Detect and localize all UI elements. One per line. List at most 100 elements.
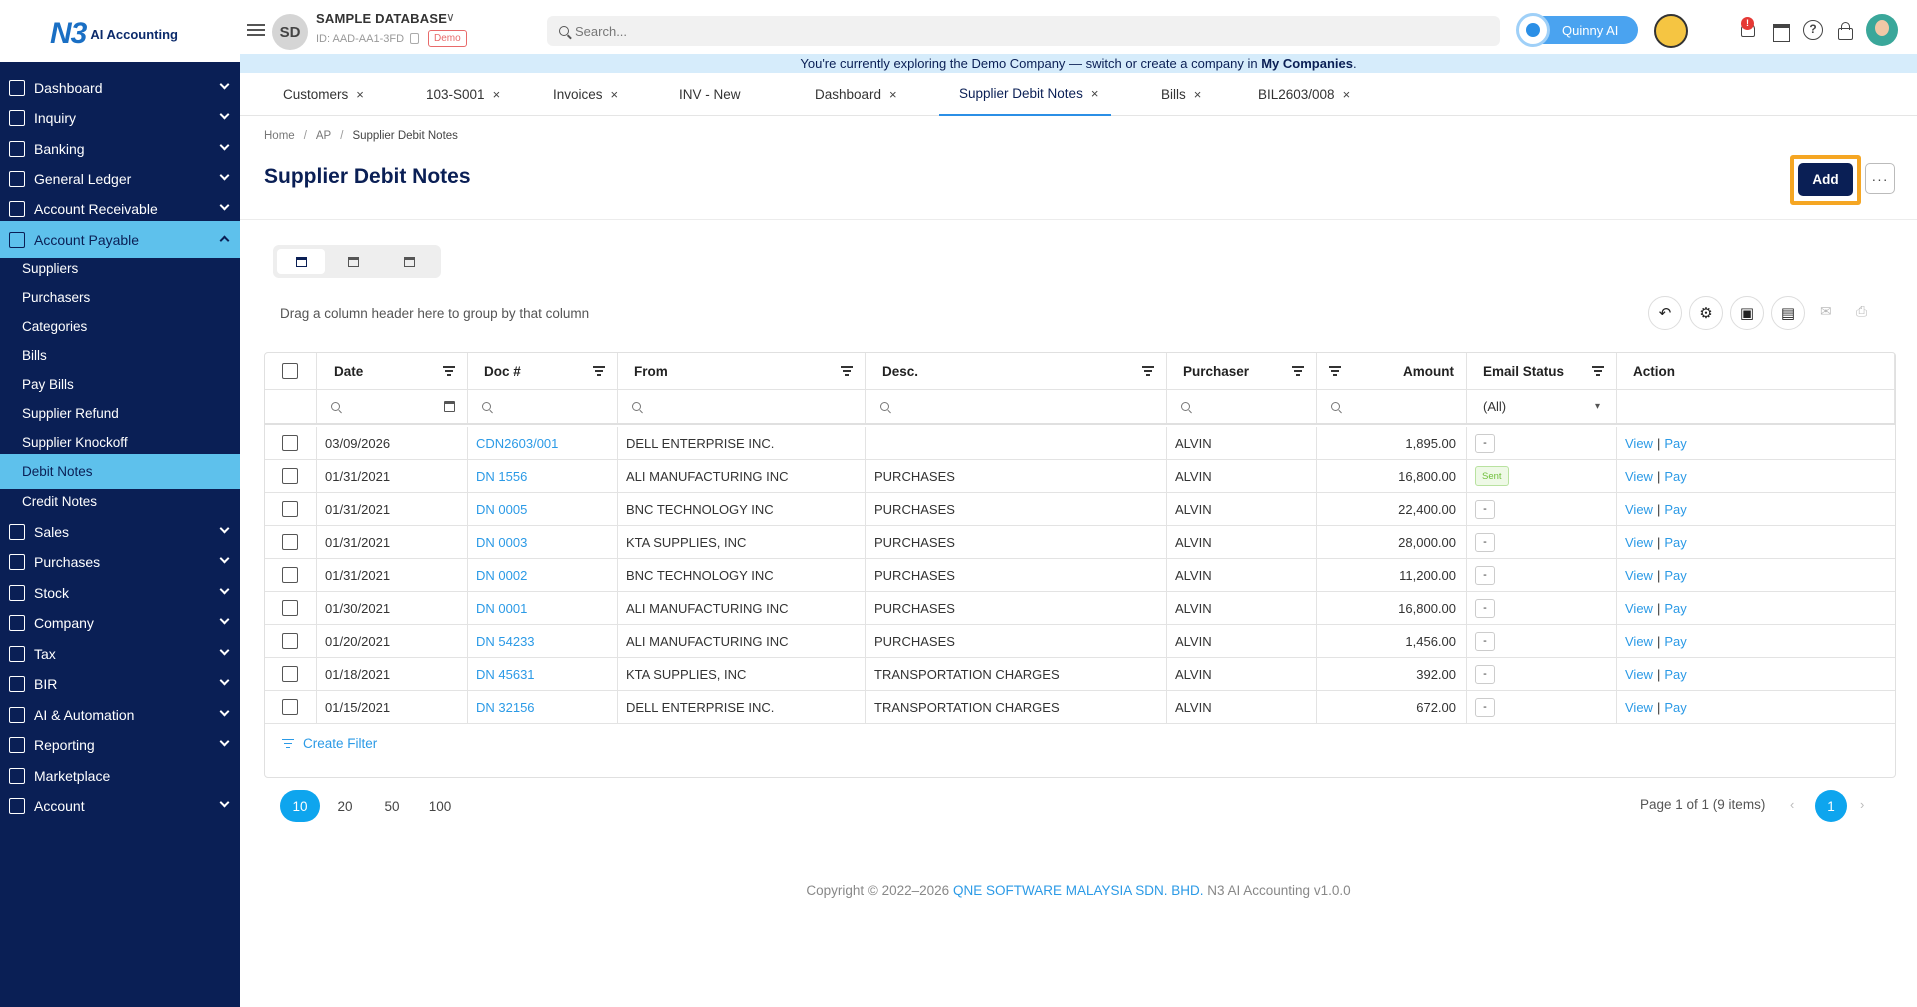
pay-link[interactable]: Pay bbox=[1664, 535, 1686, 550]
row-checkbox[interactable] bbox=[282, 468, 298, 484]
row-checkbox[interactable] bbox=[282, 567, 298, 583]
footer-company-link[interactable]: QNE SOFTWARE MALAYSIA SDN. BHD. bbox=[953, 883, 1204, 898]
close-icon[interactable]: × bbox=[356, 87, 364, 102]
sidebar-item-account[interactable]: Account bbox=[0, 787, 240, 824]
filter-cell[interactable]: (All) ▾ bbox=[1467, 390, 1617, 423]
pay-link[interactable]: Pay bbox=[1664, 502, 1686, 517]
column-chooser-icon[interactable]: ▣ bbox=[1730, 296, 1764, 330]
column-header-amount[interactable]: Amount bbox=[1317, 353, 1467, 389]
database-avatar[interactable]: SD bbox=[272, 14, 308, 50]
doc-number-link[interactable]: DN 0003 bbox=[476, 535, 527, 550]
table-row[interactable]: 03/09/2026 CDN2603/001 DELL ENTERPRISE INC… bbox=[265, 427, 1895, 460]
close-icon[interactable]: × bbox=[493, 87, 501, 102]
column-filter-icon[interactable] bbox=[1592, 366, 1604, 376]
create-filter-button[interactable]: Create Filter bbox=[282, 736, 377, 751]
column-header-action[interactable]: Action bbox=[1617, 353, 1895, 389]
view-link[interactable]: View bbox=[1625, 667, 1653, 682]
column-header-email-status[interactable]: Email Status bbox=[1467, 353, 1617, 389]
pay-link[interactable]: Pay bbox=[1664, 667, 1686, 682]
tab-supplier-debit-notes[interactable]: Supplier Debit Notes × bbox=[939, 73, 1111, 116]
row-checkbox[interactable] bbox=[282, 666, 298, 682]
chevron-down-icon[interactable]: ∨ bbox=[446, 10, 455, 24]
store-icon[interactable] bbox=[1771, 20, 1791, 42]
column-filter-icon[interactable] bbox=[1329, 366, 1341, 376]
column-filter-icon[interactable] bbox=[593, 366, 605, 376]
filter-cell[interactable] bbox=[317, 390, 468, 423]
search-input[interactable] bbox=[575, 23, 1422, 39]
copy-icon[interactable] bbox=[410, 33, 419, 44]
table-row[interactable]: 01/31/2021 DN 0005 BNC TECHNOLOGY INC PURCH… bbox=[265, 493, 1895, 526]
doc-number-link[interactable]: DN 45631 bbox=[476, 667, 535, 682]
tab-invoices[interactable]: Invoices × bbox=[553, 73, 618, 116]
column-header-from[interactable]: From bbox=[618, 353, 866, 389]
table-view-button[interactable] bbox=[329, 249, 377, 274]
table-row[interactable]: 01/18/2021 DN 45631 KTA SUPPLIES, INC TRANS… bbox=[265, 658, 1895, 691]
column-filter-icon[interactable] bbox=[443, 366, 455, 376]
add-button[interactable]: Add bbox=[1798, 163, 1853, 196]
doc-number-link[interactable]: DN 1556 bbox=[476, 469, 527, 484]
table-row[interactable]: 01/15/2021 DN 32156 DELL ENTERPRISE INC. TR… bbox=[265, 691, 1895, 724]
tab-103-s001[interactable]: 103-S001 × bbox=[426, 73, 500, 116]
doc-number-link[interactable]: DN 0001 bbox=[476, 601, 527, 616]
my-companies-link[interactable]: My Companies bbox=[1261, 56, 1353, 71]
view-link[interactable]: View bbox=[1625, 469, 1653, 484]
list-view-button[interactable] bbox=[385, 249, 433, 274]
column-filter-icon[interactable] bbox=[1292, 366, 1304, 376]
view-link[interactable]: View bbox=[1625, 535, 1653, 550]
column-header-purchaser[interactable]: Purchaser bbox=[1167, 353, 1317, 389]
menu-toggle-icon[interactable] bbox=[247, 21, 265, 37]
select-all-checkbox[interactable] bbox=[282, 363, 298, 379]
doc-number-link[interactable]: DN 0002 bbox=[476, 568, 527, 583]
page-size-100[interactable]: 100 bbox=[420, 790, 460, 822]
tab-bil2603-008[interactable]: BIL2603/008 × bbox=[1258, 73, 1350, 116]
doc-number-link[interactable]: DN 54233 bbox=[476, 634, 535, 649]
email-status-filter[interactable]: (All) bbox=[1483, 399, 1506, 414]
pay-link[interactable]: Pay bbox=[1664, 634, 1686, 649]
table-row[interactable]: 01/31/2021 DN 1556 ALI MANUFACTURING INC PU… bbox=[265, 460, 1895, 493]
close-icon[interactable]: × bbox=[1194, 87, 1202, 102]
table-row[interactable]: 01/30/2021 DN 0001 ALI MANUFACTURING INC PU… bbox=[265, 592, 1895, 625]
database-name[interactable]: SAMPLE DATABASE bbox=[316, 11, 447, 26]
filter-cell[interactable] bbox=[1317, 390, 1467, 423]
table-row[interactable]: 01/31/2021 DN 0003 KTA SUPPLIES, INC PURCHA… bbox=[265, 526, 1895, 559]
page-number-button[interactable]: 1 bbox=[1815, 790, 1847, 822]
tab-bills[interactable]: Bills × bbox=[1161, 73, 1201, 116]
row-checkbox[interactable] bbox=[282, 501, 298, 517]
grid-view-button[interactable] bbox=[277, 249, 325, 274]
filter-cell[interactable] bbox=[1167, 390, 1317, 423]
page-size-50[interactable]: 50 bbox=[372, 790, 412, 822]
pay-link[interactable]: Pay bbox=[1664, 436, 1686, 451]
filter-cell[interactable] bbox=[866, 390, 1167, 423]
doc-number-link[interactable]: DN 32156 bbox=[476, 700, 535, 715]
export-pdf-icon[interactable]: ▤ bbox=[1771, 296, 1805, 330]
row-checkbox[interactable] bbox=[282, 435, 298, 451]
tab-inv-new[interactable]: INV - New bbox=[679, 73, 741, 116]
settings-gear-icon[interactable]: ⚙ bbox=[1689, 296, 1723, 330]
view-link[interactable]: View bbox=[1625, 502, 1653, 517]
filter-cell[interactable] bbox=[468, 390, 618, 423]
column-filter-icon[interactable] bbox=[1142, 366, 1154, 376]
column-header-date[interactable]: Date bbox=[317, 353, 468, 389]
tab-customers[interactable]: Customers × bbox=[283, 73, 364, 116]
user-avatar[interactable] bbox=[1866, 14, 1898, 46]
global-search[interactable] bbox=[547, 16, 1500, 46]
tab-dashboard[interactable]: Dashboard × bbox=[815, 73, 897, 116]
sidebar-subitem-credit-notes[interactable]: Credit Notes bbox=[0, 484, 240, 519]
calendar-icon[interactable] bbox=[444, 401, 455, 412]
pay-link[interactable]: Pay bbox=[1664, 700, 1686, 715]
row-checkbox[interactable] bbox=[282, 534, 298, 550]
doc-number-link[interactable]: CDN2603/001 bbox=[476, 436, 558, 451]
close-icon[interactable]: × bbox=[1343, 87, 1351, 102]
more-options-button[interactable]: ··· bbox=[1865, 163, 1895, 194]
row-checkbox[interactable] bbox=[282, 633, 298, 649]
pay-link[interactable]: Pay bbox=[1664, 601, 1686, 616]
view-link[interactable]: View bbox=[1625, 436, 1653, 451]
pay-link[interactable]: Pay bbox=[1664, 568, 1686, 583]
bot-avatar[interactable] bbox=[1654, 14, 1688, 48]
column-filter-icon[interactable] bbox=[841, 366, 853, 376]
breadcrumb-ap[interactable]: AP bbox=[316, 130, 331, 142]
view-link[interactable]: View bbox=[1625, 601, 1653, 616]
table-row[interactable]: 01/31/2021 DN 0002 BNC TECHNOLOGY INC PURCH… bbox=[265, 559, 1895, 592]
filter-cell[interactable] bbox=[618, 390, 866, 423]
table-row[interactable]: 01/20/2021 DN 54233 ALI MANUFACTURING INC P… bbox=[265, 625, 1895, 658]
